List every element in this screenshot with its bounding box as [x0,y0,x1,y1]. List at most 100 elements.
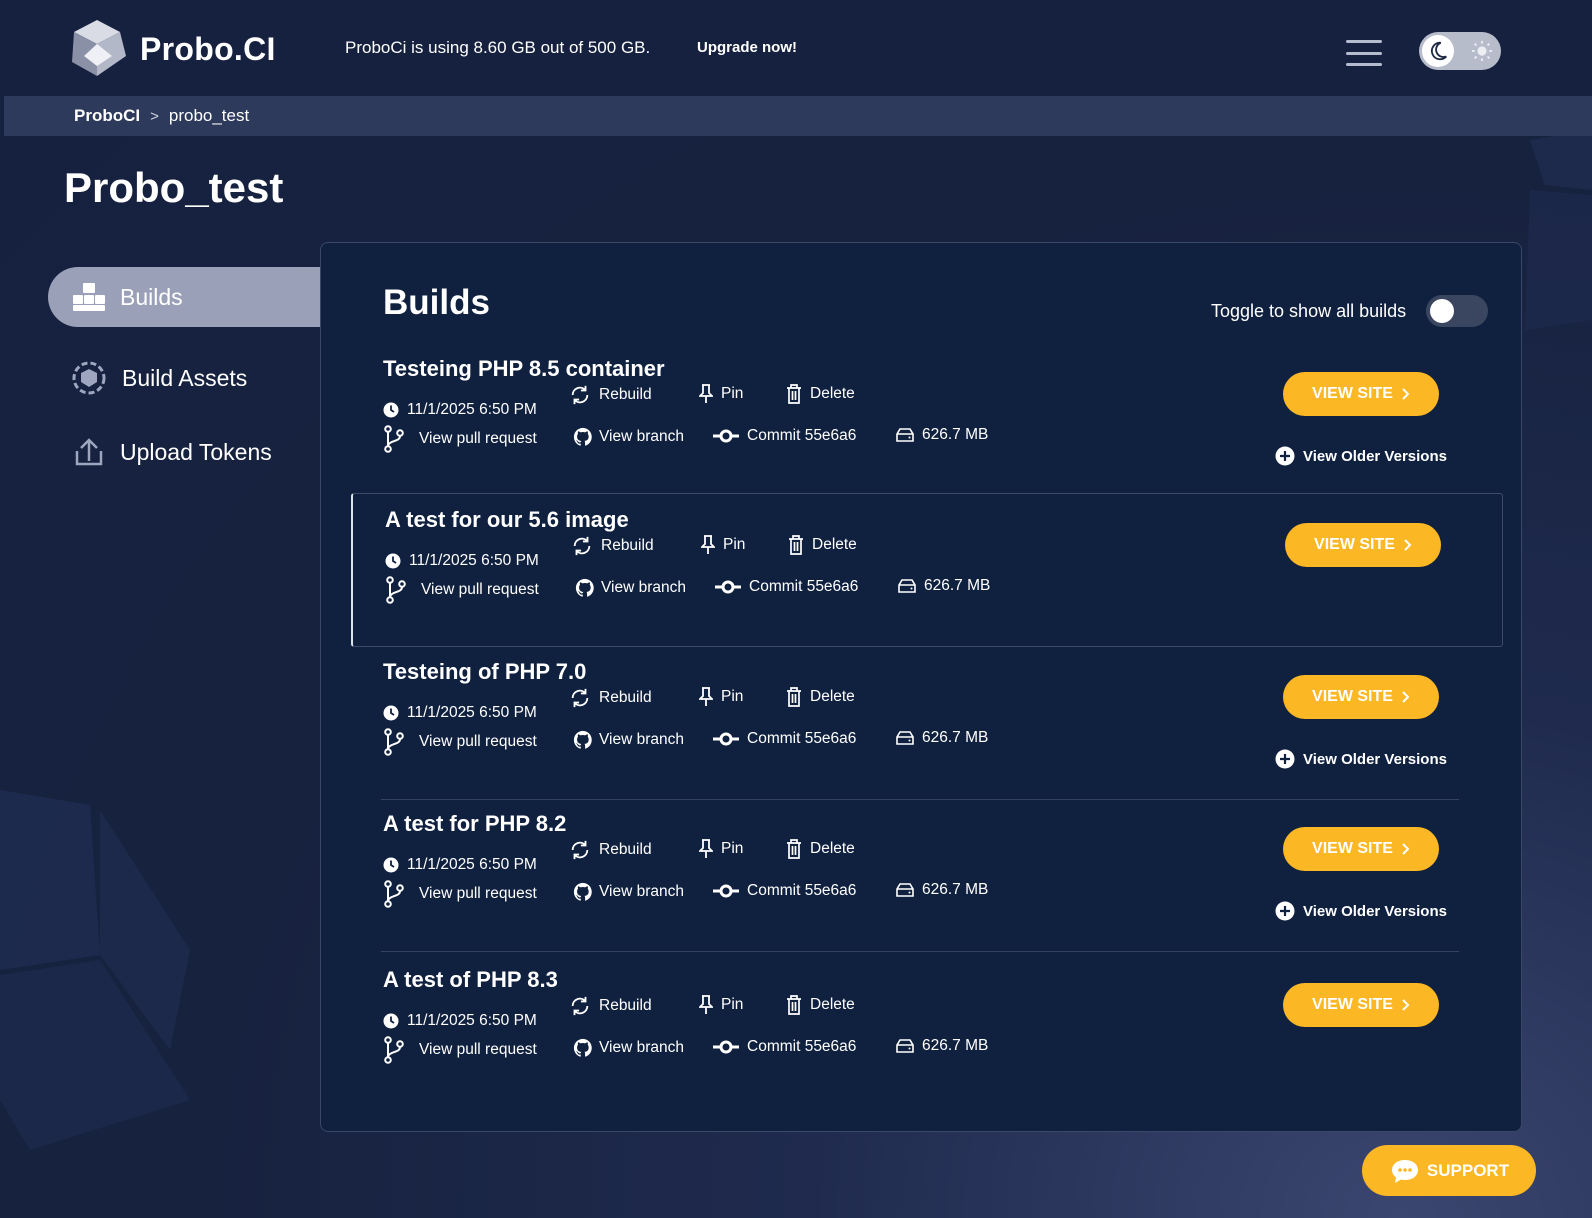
build-date-text: 11/1/2025 6:50 PM [409,552,539,569]
view-branch-link[interactable]: View branch [573,730,684,750]
logo-text: Probo.CI [140,30,276,67]
delete-button[interactable]: Delete [786,995,855,1015]
build-size: 626.7 MB [896,881,988,899]
build-size: 626.7 MB [896,729,988,747]
pull-request-label: View pull request [421,581,539,598]
pull-request-link[interactable]: View pull request [383,880,537,908]
refresh-icon [573,536,591,556]
pin-button[interactable]: Pin [699,995,743,1015]
commit-label: Commit 55e6a6 [749,578,859,595]
delete-button[interactable]: Delete [786,687,855,707]
view-site-button[interactable]: VIEW SITE [1285,523,1441,567]
rebuild-button[interactable]: Rebuild [569,687,652,709]
commit-icon [713,732,739,746]
sidebar-item-upload-tokens[interactable]: Upload Tokens [72,432,272,472]
boxes-icon [73,283,105,311]
build-date-text: 11/1/2025 6:50 PM [407,704,537,721]
view-branch-link[interactable]: View branch [573,882,684,902]
top-bar: Probo.CI ProboCi is using 8.60 GB out of… [0,0,1592,96]
gear-cube-icon [72,361,106,395]
sidebar-item-build-assets[interactable]: Build Assets [70,358,247,398]
rebuild-label: Rebuild [599,841,652,858]
theme-toggle[interactable] [1419,32,1501,70]
commit-link[interactable]: Commit 55e6a6 [713,1038,856,1056]
pin-label: Pin [723,536,746,553]
rebuild-button[interactable]: Rebuild [569,995,652,1017]
build-row: A test for our 5.6 image 11/1/2025 6:50 … [351,493,1503,647]
support-label: SUPPORT [1426,1160,1510,1180]
chevron-right-icon [1402,691,1410,703]
breadcrumb-current: probo_test [168,106,250,125]
pin-label: Pin [721,840,744,857]
sidebar-item-label: Builds [120,283,183,310]
trash-icon [789,535,803,555]
github-icon [573,882,592,901]
build-date: 11/1/2025 6:50 PM [385,552,539,570]
sidebar-item-label: Build Assets [122,364,248,391]
commit-link[interactable]: Commit 55e6a6 [715,578,858,596]
pull-request-link[interactable]: View pull request [385,576,539,604]
disk-icon [896,731,914,745]
build-size-text: 626.7 MB [922,426,989,443]
commit-link[interactable]: Commit 55e6a6 [713,427,856,445]
support-button[interactable]: SUPPORT [1362,1145,1536,1196]
build-row: A test for PHP 8.2 11/1/2025 6:50 PM Reb… [351,798,1503,952]
plus-circle-icon [1275,901,1295,921]
delete-button[interactable]: Delete [786,839,855,859]
view-site-button[interactable]: VIEW SITE [1283,372,1439,416]
view-site-button[interactable]: VIEW SITE [1283,983,1439,1027]
build-row: Testeing of PHP 7.0 11/1/2025 6:50 PM Re… [351,646,1503,800]
pin-button[interactable]: Pin [699,839,743,859]
pin-button[interactable]: Pin [699,687,743,707]
rebuild-button[interactable]: Rebuild [569,839,652,861]
chevron-right-icon [1402,843,1410,855]
view-older-versions-link[interactable]: View Older Versions [1275,749,1447,769]
commit-link[interactable]: Commit 55e6a6 [713,882,856,900]
moon-icon [1422,35,1454,67]
plus-circle-icon [1275,749,1295,769]
view-branch-link[interactable]: View branch [573,1038,684,1058]
delete-button[interactable]: Delete [788,535,857,555]
view-older-versions-label: View Older Versions [1303,902,1447,920]
pull-request-link[interactable]: View pull request [383,1036,537,1064]
upgrade-link[interactable]: Upgrade now! [697,39,797,56]
rebuild-button[interactable]: Rebuild [569,384,652,406]
page-title: Probo_test [64,164,284,211]
breadcrumb-root-link[interactable]: ProboCI [74,106,140,126]
github-icon [573,1038,592,1057]
git-branch-icon [384,880,404,908]
view-older-versions-link[interactable]: View Older Versions [1275,446,1447,466]
rebuild-label: Rebuild [599,386,652,403]
disk-icon [896,883,914,897]
build-row: Testeing PHP 8.5 container 11/1/2025 6:5… [351,343,1503,497]
view-branch-link[interactable]: View branch [575,578,686,598]
delete-label: Delete [810,996,855,1013]
view-branch-label: View branch [599,883,685,900]
refresh-icon [571,385,589,405]
sidebar-item-builds[interactable]: Builds [48,267,320,327]
commit-link[interactable]: Commit 55e6a6 [713,730,856,748]
view-older-versions-link[interactable]: View Older Versions [1275,901,1447,921]
clock-icon [383,402,399,418]
trash-icon [787,839,801,859]
show-all-builds-switch[interactable] [1426,295,1489,327]
pin-button[interactable]: Pin [699,384,743,404]
view-site-button[interactable]: VIEW SITE [1283,675,1439,719]
build-date-text: 11/1/2025 6:50 PM [407,401,537,418]
pin-button[interactable]: Pin [701,535,745,555]
view-branch-link[interactable]: View branch [573,427,684,447]
sun-icon [1471,40,1493,62]
view-branch-label: View branch [599,1039,685,1056]
pull-request-link[interactable]: View pull request [383,425,537,453]
delete-label: Delete [810,385,855,402]
trash-icon [787,384,801,404]
delete-button[interactable]: Delete [786,384,855,404]
logo[interactable]: Probo.CI [64,16,276,82]
view-site-button[interactable]: VIEW SITE [1283,827,1439,871]
builds-panel: Builds Toggle to show all builds Testein… [320,242,1522,1132]
build-date: 11/1/2025 6:50 PM [383,856,537,874]
rebuild-button[interactable]: Rebuild [571,535,654,557]
hamburger-icon[interactable] [1346,40,1382,66]
disk-icon [896,428,914,442]
pull-request-link[interactable]: View pull request [383,728,537,756]
